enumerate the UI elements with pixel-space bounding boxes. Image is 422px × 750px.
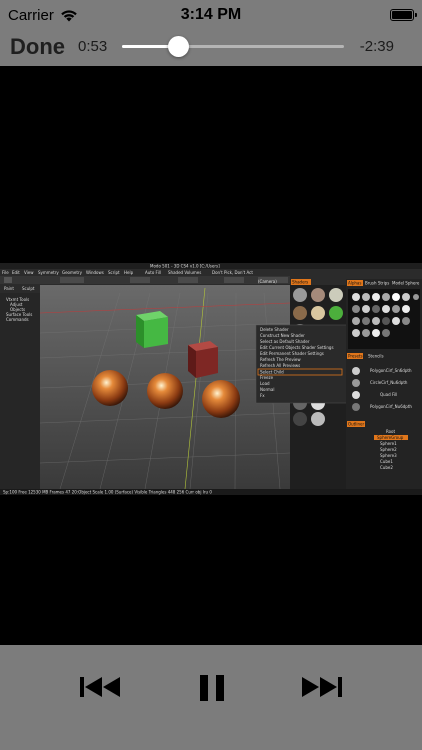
video-window-title: Modo 501 - 3D CS4 v1.0 [C:/Users] (150, 264, 220, 269)
done-button[interactable]: Done (10, 34, 65, 60)
svg-text:Select Child: Select Child (260, 370, 284, 375)
video-menu-script: Script (108, 270, 120, 275)
video-menu-windows: Windows (86, 270, 104, 275)
clock: 3:14 PM (180, 6, 242, 23)
svg-text:Model Sphere: Model Sphere (392, 281, 420, 286)
svg-text:PolygonCirf_Nu6dpth: PolygonCirf_Nu6dpth (370, 404, 412, 409)
video-menu-dontpick: Don't Pick, Don't Act (212, 270, 253, 275)
video-content: Modo 501 - 3D CS4 v1.0 [C:/Users] File E… (0, 263, 422, 495)
svg-text:Outliner: Outliner (348, 422, 364, 427)
pause-button[interactable] (196, 667, 228, 707)
video-menu-autofill: Auto Fill (145, 270, 161, 275)
svg-text:Delete Shader: Delete Shader (260, 327, 289, 332)
video-menu-edit: Edit (12, 270, 20, 275)
status-bar: Carrier 3:14 PM (0, 0, 422, 30)
svg-text:Select as Default Shader: Select as Default Shader (260, 339, 310, 344)
skip-back-icon (80, 677, 120, 697)
svg-text:Root: Root (386, 429, 395, 434)
elapsed-time: 0:53 (78, 38, 108, 55)
svg-text:Construct New Shader: Construct New Shader (260, 333, 305, 338)
video-camera-label: (Camera) (258, 279, 277, 284)
video-menu-symmetry: Symmetry (38, 270, 59, 275)
svg-text:Refresh The Preview: Refresh The Preview (260, 357, 301, 362)
remaining-time: -2:39 (359, 38, 394, 55)
video-menu-view: View (24, 270, 34, 275)
video-tab-paint: Paint (4, 286, 14, 291)
skip-back-button[interactable] (78, 667, 124, 707)
svg-text:Sphere3: Sphere3 (380, 453, 397, 458)
svg-text:Normal: Normal (260, 387, 274, 392)
svg-text:Load: Load (260, 381, 270, 386)
svg-text:PolygonCirf_Sn6dpth: PolygonCirf_Sn6dpth (370, 368, 412, 373)
video-left-item-4: Commands (6, 317, 29, 322)
video-shaders-tab: Shaders (292, 280, 308, 285)
video-menu-bar: File Edit View Symmetry Geometry Windows… (2, 270, 253, 275)
video-menu-shaded: Shaded Volumes (168, 270, 201, 275)
video-menu-geometry: Geometry (62, 270, 83, 275)
svg-text:Brush Strips: Brush Strips (365, 281, 389, 286)
pause-icon (200, 675, 224, 701)
svg-text:CircleCirf_Nu6dpth: CircleCirf_Nu6dpth (370, 380, 408, 385)
svg-text:SphereGroup: SphereGroup (377, 435, 404, 440)
svg-text:Stencils: Stencils (368, 354, 384, 359)
svg-text:Cube2: Cube2 (380, 465, 393, 470)
svg-text:Edit Permanent Shader Settings: Edit Permanent Shader Settings (260, 351, 324, 356)
scrubber-thumb[interactable] (167, 36, 189, 57)
svg-text:Freeze: Freeze (260, 375, 274, 380)
video-frame[interactable]: Modo 501 - 3D CS4 v1.0 [C:/Users] File E… (0, 263, 422, 495)
battery-icon (390, 9, 417, 21)
svg-text:Alphas: Alphas (348, 281, 361, 286)
video-menu-help: Help (124, 270, 134, 275)
transport-controls (0, 645, 422, 750)
video-menu-file: File (2, 270, 9, 275)
svg-text:Sphere2: Sphere2 (380, 447, 397, 452)
svg-text:Quad Fill: Quad Fill (380, 392, 397, 397)
svg-text:Sphere1: Sphere1 (380, 441, 397, 446)
top-bar: Carrier 3:14 PM Done 0:53 -2:39 (0, 0, 422, 66)
svg-text:Cube1: Cube1 (380, 459, 393, 464)
video-brushes-panel: Alphas Brush Strips Model Sphere (347, 280, 420, 349)
svg-text:Refresh All Previews: Refresh All Previews (260, 363, 300, 368)
playback-header: Done 0:53 -2:39 (0, 30, 422, 66)
svg-text:Edit Current Objects Shader Se: Edit Current Objects Shader Settings (260, 345, 334, 350)
svg-text:Fx: Fx (260, 393, 265, 398)
video-status-line: Sp:100 Free 12530 MB Frames 47 20:Object… (3, 490, 212, 495)
svg-text:Presets: Presets (348, 354, 363, 359)
video-tab-sculpt: Sculpt (22, 286, 35, 291)
progress-scrubber[interactable] (122, 36, 344, 57)
skip-forward-button[interactable] (298, 667, 344, 707)
skip-forward-icon (302, 677, 342, 697)
